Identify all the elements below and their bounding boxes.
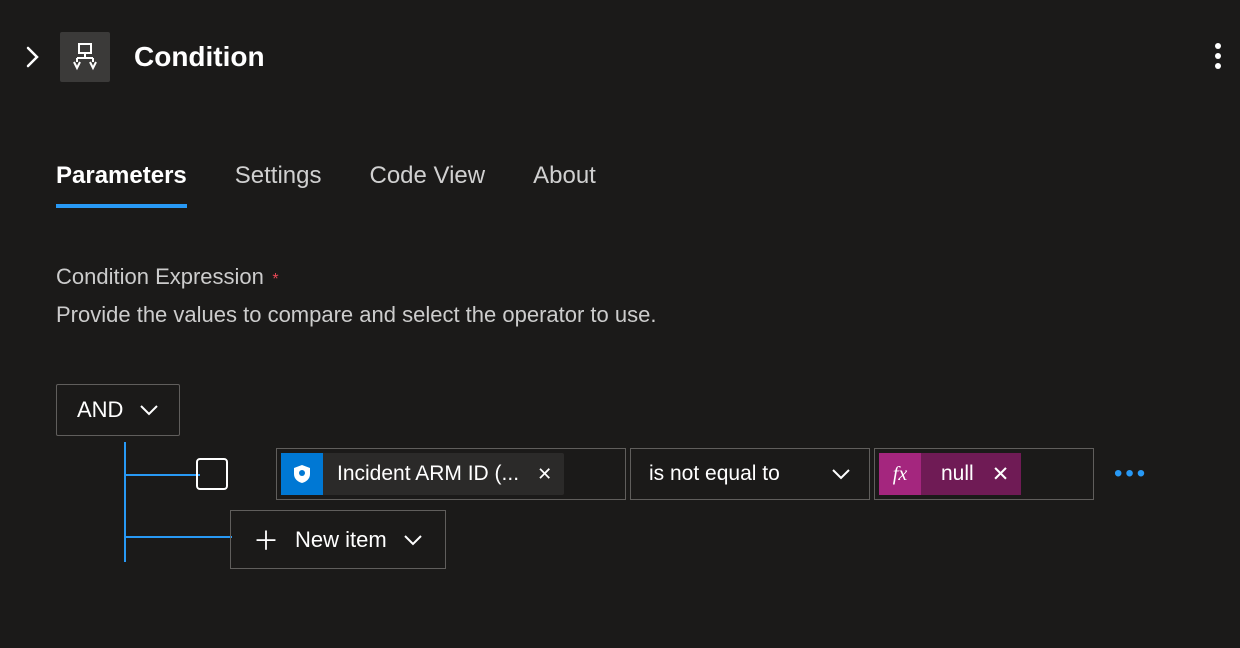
chevron-down-icon	[139, 404, 159, 416]
remove-token-icon[interactable]: ✕	[533, 464, 564, 485]
new-item-button[interactable]: ＋ New item	[230, 510, 446, 569]
plus-icon: ＋	[253, 521, 279, 558]
row-checkbox[interactable]	[196, 458, 228, 490]
connector-line	[124, 536, 232, 538]
remove-fx-icon[interactable]: ✕	[988, 453, 1022, 495]
tab-parameters[interactable]: Parameters	[56, 162, 187, 208]
panel-title: Condition	[134, 41, 265, 73]
left-value-input[interactable]: Incident ARM ID (... ✕	[276, 448, 626, 500]
fx-icon: fx	[879, 453, 921, 495]
condition-row: Incident ARM ID (... ✕ is not equal to f…	[196, 448, 1148, 500]
tab-code-view[interactable]: Code View	[369, 162, 485, 208]
group-operator-label: AND	[77, 397, 123, 423]
required-indicator: *	[272, 271, 278, 288]
token-label: Incident ARM ID (...	[323, 462, 533, 486]
group-operator-dropdown[interactable]: AND	[56, 384, 180, 436]
shield-icon	[281, 453, 323, 495]
chevron-down-icon	[831, 468, 851, 480]
tab-about[interactable]: About	[533, 162, 596, 208]
new-item-label: New item	[295, 527, 387, 553]
operator-label: is not equal to	[649, 462, 780, 486]
connector-line	[124, 474, 200, 476]
operator-dropdown[interactable]: is not equal to	[630, 448, 870, 500]
chevron-down-icon	[403, 534, 423, 546]
tab-bar: Parameters Settings Code View About	[0, 162, 1240, 208]
connector-line	[124, 442, 126, 562]
right-value-input[interactable]: fx null ✕	[874, 448, 1094, 500]
condition-icon	[60, 32, 110, 82]
tab-settings[interactable]: Settings	[235, 162, 322, 208]
fx-value: null	[921, 453, 988, 495]
field-label: Condition Expression	[56, 264, 264, 289]
collapse-chevron-icon[interactable]	[20, 45, 44, 69]
row-more-icon[interactable]: •••	[1114, 460, 1148, 488]
more-menu-icon[interactable]	[1214, 40, 1222, 77]
helper-text: Provide the values to compare and select…	[56, 302, 1184, 328]
